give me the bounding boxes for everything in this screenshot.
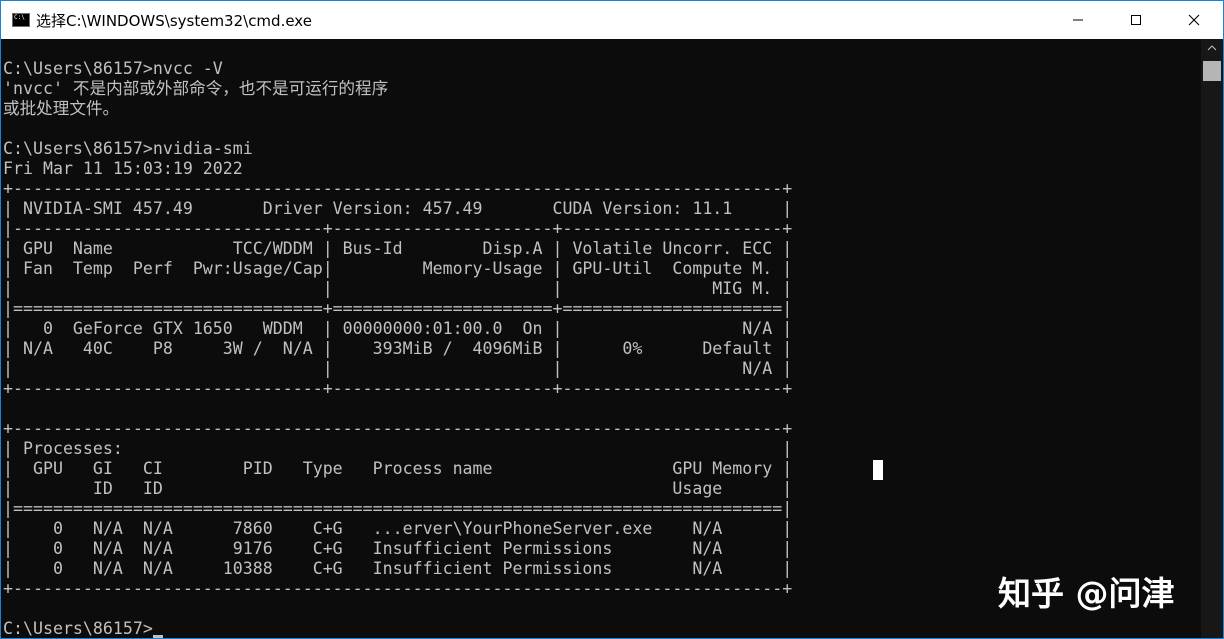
console-line: | NVIDIA-SMI 457.49 Driver Version: 457.…: [3, 199, 793, 218]
console-line: | | | N/A |: [3, 359, 793, 378]
cmd-app-icon[interactable]: C:\: [12, 13, 30, 27]
scroll-thumb[interactable]: [1203, 61, 1221, 81]
console-line: |-------------------------------+-------…: [3, 219, 793, 238]
console-line: | | | MIG M. |: [3, 279, 793, 298]
console-line: | Processes: |: [3, 439, 793, 458]
console-line: +---------------------------------------…: [3, 179, 793, 198]
minimize-icon: [1073, 19, 1083, 21]
maximize-icon: [1131, 15, 1141, 25]
chevron-up-icon: [1207, 45, 1217, 51]
window-controls: [1049, 1, 1223, 39]
console-line: +---------------------------------------…: [3, 419, 793, 438]
console-line: C:\Users\86157>nvidia-smi: [3, 139, 253, 158]
prompt-cursor: [152, 635, 163, 638]
console-line: C:\Users\86157>nvcc -V: [3, 59, 223, 78]
text-cursor-block: [873, 460, 883, 480]
console-line: | ID ID Usage |: [3, 479, 793, 498]
console-output[interactable]: C:\Users\86157>nvcc -V'nvcc' 不是内部或外部命令，也…: [3, 59, 1199, 638]
console-line: | 0 N/A N/A 9176 C+G Insufficient Permis…: [3, 539, 793, 558]
console-line: | GPU GI CI PID Type Process name GPU Me…: [3, 459, 793, 478]
watermark: 知乎 @问津: [998, 574, 1175, 613]
console-line: |=======================================…: [3, 499, 793, 518]
close-icon: [1188, 14, 1200, 26]
close-button[interactable]: [1165, 1, 1223, 39]
console-line: +-------------------------------+-------…: [3, 379, 793, 398]
console-line: Fri Mar 11 15:03:19 2022: [3, 159, 243, 178]
console-line: | GPU Name TCC/WDDM | Bus-Id Disp.A | Vo…: [3, 239, 793, 258]
console-line: |===============================+=======…: [3, 299, 793, 318]
console-line: 或批处理文件。: [3, 99, 120, 118]
cmd-window: C:\ 选择C:\WINDOWS\system32\cmd.exe C:\Use…: [0, 0, 1224, 639]
console-line: 'nvcc' 不是内部或外部命令，也不是可运行的程序: [3, 79, 389, 98]
window-title: 选择C:\WINDOWS\system32\cmd.exe: [36, 11, 312, 30]
maximize-button[interactable]: [1107, 1, 1165, 39]
app-icon-glyph: C:\: [14, 14, 25, 21]
console-line: | Fan Temp Perf Pwr:Usage/Cap| Memory-Us…: [3, 259, 793, 278]
console-line: | 0 N/A N/A 7860 C+G ...erver\YourPhoneS…: [3, 519, 793, 538]
title-bar[interactable]: C:\ 选择C:\WINDOWS\system32\cmd.exe: [1, 1, 1223, 39]
console-line: C:\Users\86157>: [3, 619, 1199, 638]
vertical-scrollbar[interactable]: [1201, 39, 1223, 638]
minimize-button[interactable]: [1049, 1, 1107, 39]
console-line: | N/A 40C P8 3W / N/A | 393MiB / 4096MiB…: [3, 339, 793, 358]
scroll-up-button[interactable]: [1201, 39, 1223, 57]
console-line: | 0 GeForce GTX 1650 WDDM | 00000000:01:…: [3, 319, 793, 338]
